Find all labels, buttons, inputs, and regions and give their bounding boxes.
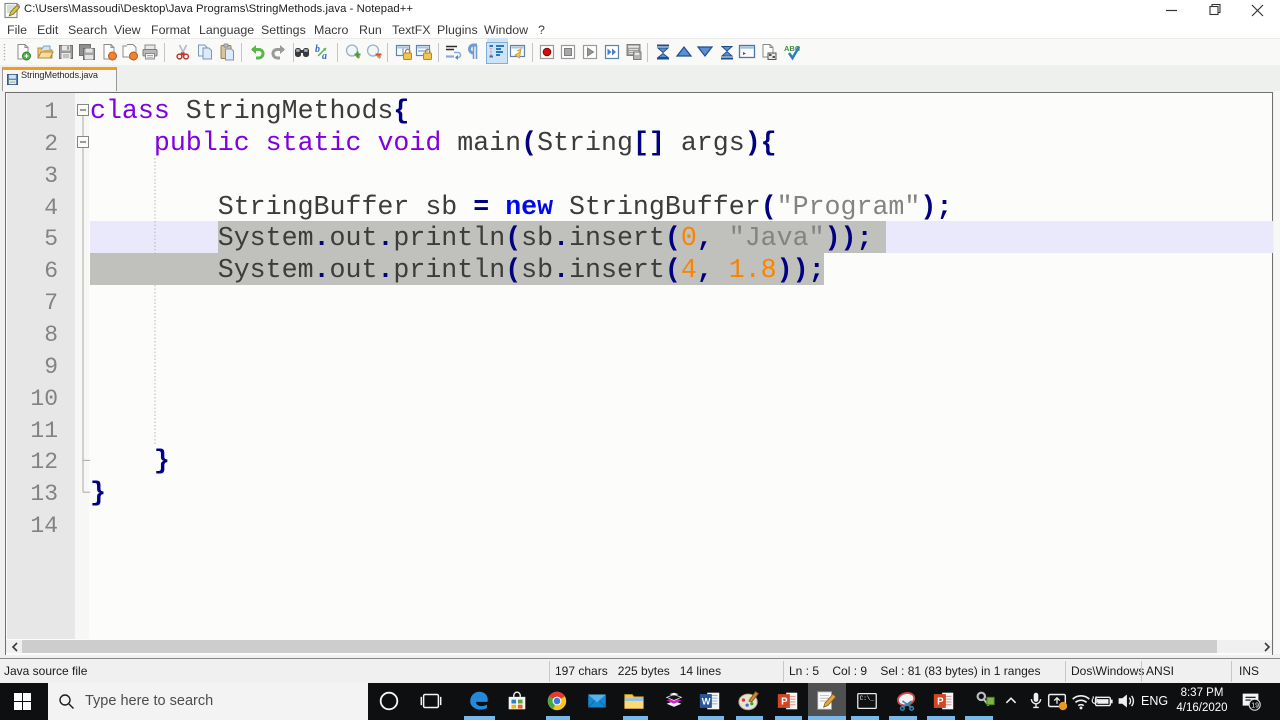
svg-text:19: 19: [1251, 702, 1259, 709]
svg-text:a: a: [322, 51, 327, 61]
svg-text:b: b: [315, 44, 320, 55]
svg-text:P: P: [937, 697, 944, 708]
svg-text:P: P: [781, 697, 788, 708]
svg-text:C:\_: C:\_: [860, 695, 875, 702]
svg-text:W: W: [702, 697, 711, 707]
